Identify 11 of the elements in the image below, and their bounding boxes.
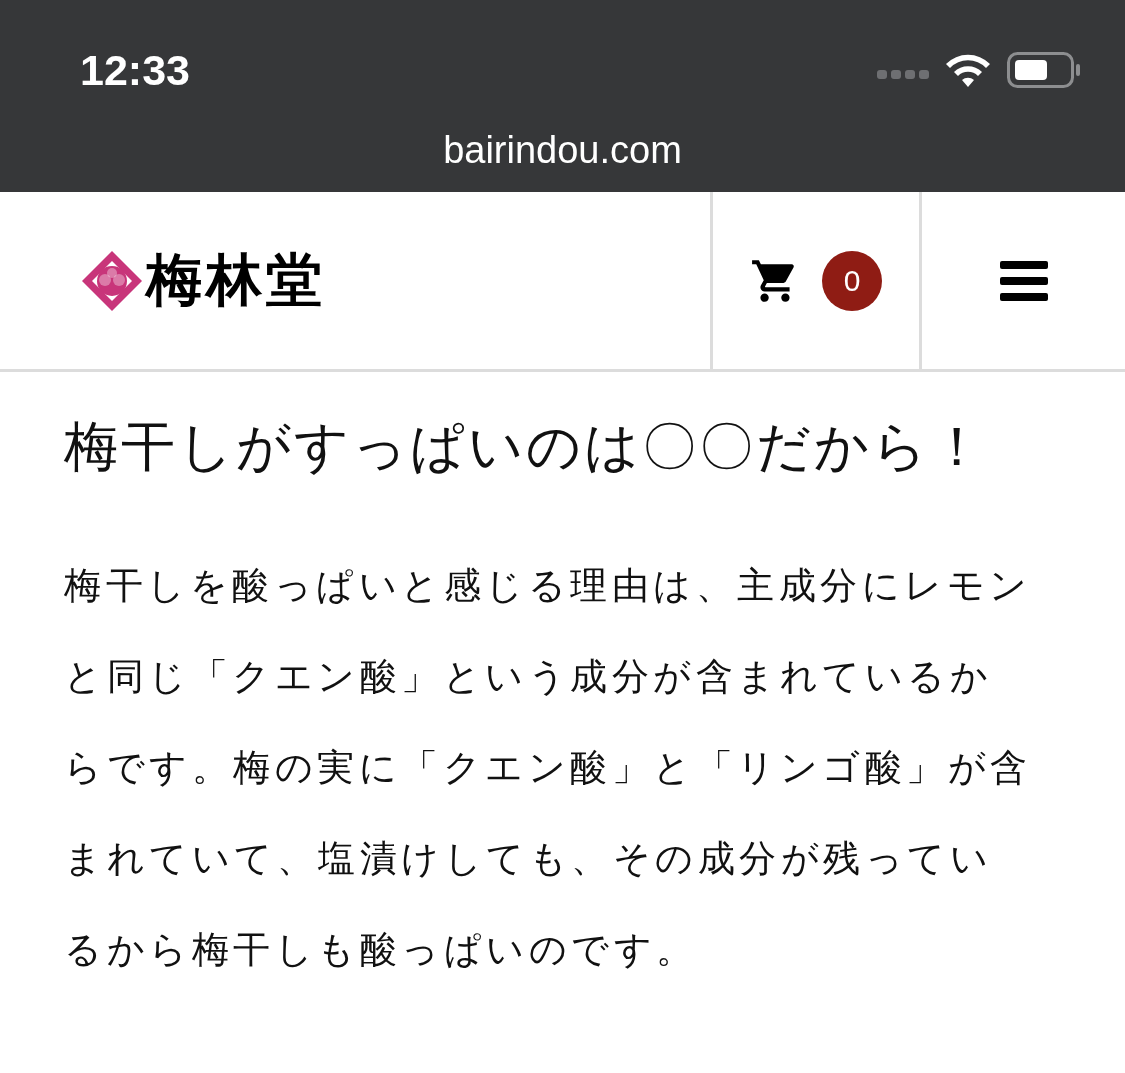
status-time: 12:33 bbox=[80, 45, 190, 95]
address-bar-url[interactable]: bairindou.com bbox=[443, 128, 682, 172]
plum-crest-icon bbox=[80, 248, 144, 313]
menu-icon[interactable] bbox=[999, 260, 1048, 301]
article-title: 梅干しがすっぱいのは〇〇だから！ bbox=[64, 414, 988, 480]
cart-count-badge: 0 bbox=[822, 250, 882, 311]
wifi-icon bbox=[945, 53, 991, 87]
logo-text[interactable]: 梅林堂 bbox=[146, 242, 326, 319]
battery-icon bbox=[1007, 52, 1081, 88]
article-paragraph: 梅干しを酸っぱいと感じる理由は、主成分にレモンと同じ「クエン酸」という成分が含まれているからです。梅の実に「クエン酸」と「リンゴ酸」が含まれていて、塩漬けしても、その成分が残っているから梅干しも酸っぱいのです。 bbox=[64, 563, 1032, 973]
signal-icon bbox=[877, 68, 929, 80]
